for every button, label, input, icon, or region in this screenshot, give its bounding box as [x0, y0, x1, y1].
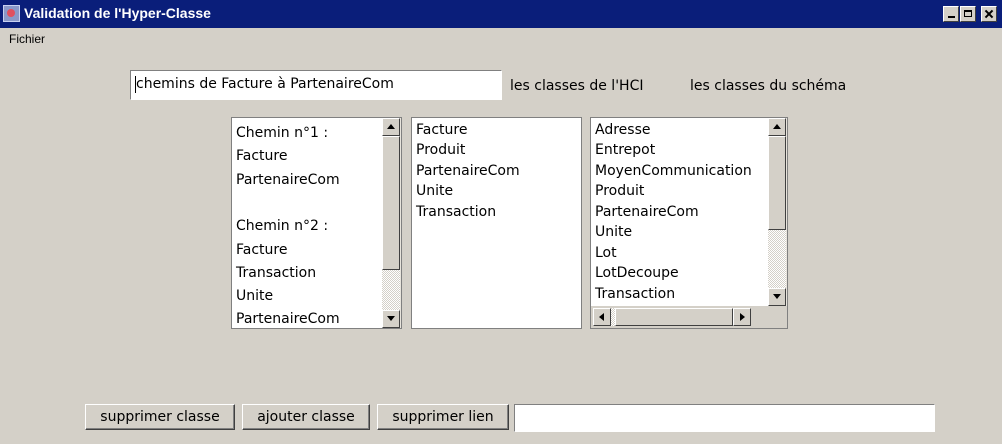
- arrow-down-icon[interactable]: [382, 310, 400, 328]
- schema-classes-label: les classes du schéma: [690, 78, 847, 94]
- arrow-left-icon[interactable]: [593, 308, 611, 326]
- list-item[interactable]: Facture: [416, 122, 467, 138]
- list-item[interactable]: Chemin n°2 :: [236, 218, 328, 234]
- scroll-corner: [768, 306, 787, 328]
- arrow-up-icon[interactable]: [382, 118, 400, 136]
- arrow-up-icon[interactable]: [768, 118, 786, 136]
- list-item[interactable]: Produit: [595, 183, 644, 199]
- close-icon[interactable]: [981, 6, 997, 22]
- schema-classes-list[interactable]: Adresse Entrepot MoyenCommunication Prod…: [590, 117, 788, 329]
- scroll-thumb[interactable]: [382, 136, 400, 270]
- maximize-icon[interactable]: [960, 6, 976, 22]
- paths-vertical-scrollbar[interactable]: [382, 118, 401, 328]
- scroll-track[interactable]: [768, 230, 786, 288]
- list-item[interactable]: Produit: [416, 142, 465, 158]
- list-item[interactable]: PartenaireCom: [416, 163, 520, 179]
- scroll-track[interactable]: [382, 270, 400, 310]
- list-item[interactable]: Transaction: [416, 204, 496, 220]
- arrow-right-icon[interactable]: [733, 308, 751, 326]
- scroll-thumb[interactable]: [615, 308, 733, 326]
- remove-link-button[interactable]: supprimer lien: [377, 404, 509, 430]
- paths-title-field[interactable]: chemins de Facture à PartenaireCom: [130, 70, 502, 100]
- list-item[interactable]: PartenaireCom: [236, 311, 340, 327]
- bottom-input[interactable]: [514, 404, 935, 432]
- list-item[interactable]: Chemin n°1 :: [236, 125, 328, 141]
- hci-classes-list[interactable]: Facture Produit PartenaireCom Unite Tran…: [411, 117, 582, 329]
- minimize-icon[interactable]: [943, 6, 959, 22]
- list-item[interactable]: Facture: [236, 148, 287, 164]
- list-item[interactable]: Unite: [416, 183, 453, 199]
- add-class-button[interactable]: ajouter classe: [242, 404, 370, 430]
- list-item[interactable]: PartenaireCom: [595, 204, 699, 220]
- app-icon[interactable]: [3, 5, 20, 22]
- list-item[interactable]: Unite: [236, 288, 273, 304]
- title-bar[interactable]: Validation de l'Hyper-Classe: [0, 0, 1002, 28]
- paths-title-text: chemins de Facture à PartenaireCom: [136, 76, 394, 92]
- schema-vertical-scrollbar[interactable]: [768, 118, 787, 306]
- list-item[interactable]: Lot: [595, 245, 617, 261]
- list-item[interactable]: Facture: [236, 242, 287, 258]
- menu-bar: Fichier: [0, 28, 1002, 50]
- list-item[interactable]: Transaction: [595, 286, 675, 302]
- schema-horizontal-scrollbar[interactable]: [591, 306, 768, 328]
- paths-list[interactable]: Chemin n°1 : Facture PartenaireCom Chemi…: [231, 117, 402, 329]
- window-title: Validation de l'Hyper-Classe: [24, 5, 211, 21]
- hci-classes-label: les classes de l'HCI: [510, 78, 644, 94]
- remove-class-button[interactable]: supprimer classe: [85, 404, 235, 430]
- list-item[interactable]: PartenaireCom: [236, 172, 340, 188]
- menu-fichier[interactable]: Fichier: [9, 32, 45, 46]
- list-item[interactable]: MoyenCommunication: [595, 163, 752, 179]
- arrow-down-icon[interactable]: [768, 288, 786, 306]
- list-item[interactable]: Unite: [595, 224, 632, 240]
- list-item[interactable]: LotDecoupe: [595, 265, 679, 281]
- list-item[interactable]: Entrepot: [595, 142, 655, 158]
- list-item[interactable]: Adresse: [595, 122, 650, 138]
- scroll-thumb[interactable]: [768, 136, 786, 230]
- list-item[interactable]: Transaction: [236, 265, 316, 281]
